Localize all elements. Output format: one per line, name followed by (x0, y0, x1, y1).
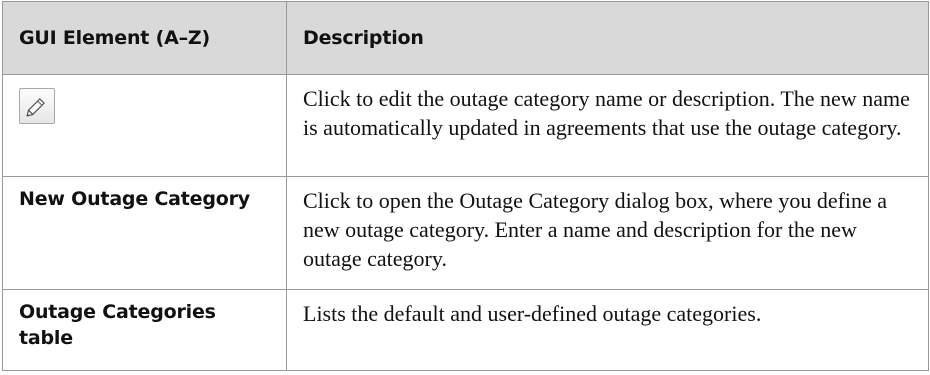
gui-elements-table: GUI Element (A–Z) Description Click to e… (2, 1, 929, 371)
edit-button[interactable] (19, 88, 55, 124)
description-cell-new-outage-category: Click to open the Outage Category dialog… (286, 176, 929, 290)
header-gui-element: GUI Element (A–Z) (2, 1, 287, 75)
table-row: New Outage Category Click to open the Ou… (2, 176, 929, 290)
description-cell-outage-categories-table: Lists the default and user-defined outag… (286, 289, 929, 371)
element-cell-edit (2, 74, 287, 177)
table-row: Click to edit the outage category name o… (2, 74, 929, 177)
header-description: Description (286, 1, 929, 75)
description-cell-edit: Click to edit the outage category name o… (286, 74, 929, 177)
pencil-edit-icon (26, 98, 45, 117)
table-row: Outage Categories table Lists the defaul… (2, 289, 929, 371)
element-cell-new-outage-category: New Outage Category (2, 176, 287, 290)
element-cell-outage-categories-table: Outage Categories table (2, 289, 287, 371)
table-header-row: GUI Element (A–Z) Description (2, 1, 929, 75)
